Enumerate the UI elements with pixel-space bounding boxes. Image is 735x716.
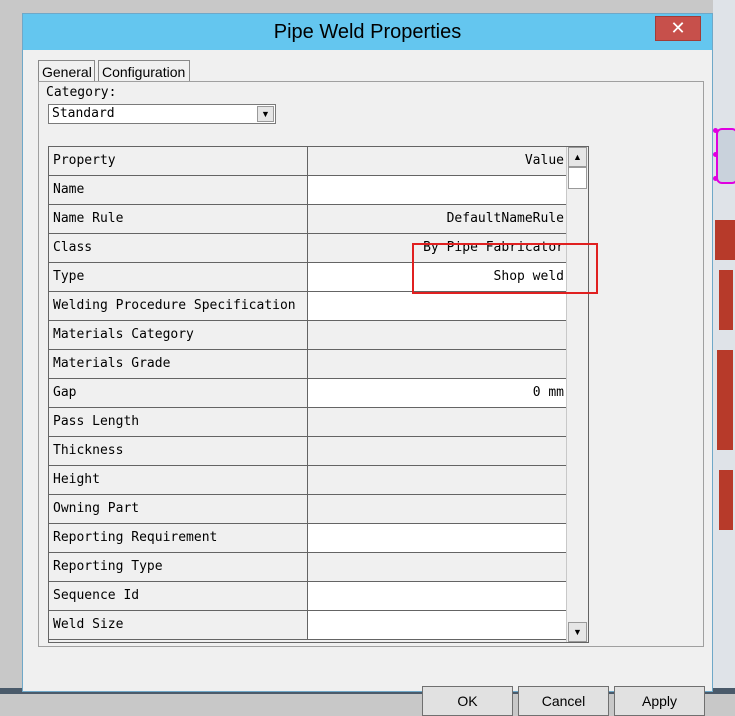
- selection-handle: [713, 128, 718, 133]
- property-value[interactable]: By Pipe Fabricator: [308, 234, 566, 263]
- ok-button[interactable]: OK: [422, 686, 513, 716]
- window-title: Pipe Weld Properties: [273, 21, 462, 43]
- table-row[interactable]: Materials Grade: [49, 350, 566, 379]
- property-name: Pass Length: [49, 408, 308, 437]
- property-name: Class: [49, 234, 308, 263]
- scroll-down-icon[interactable]: ▼: [568, 622, 587, 642]
- property-value[interactable]: [308, 408, 566, 437]
- grid-scrollbar[interactable]: ▲ ▼: [566, 147, 588, 642]
- property-value[interactable]: [308, 524, 566, 553]
- table-row[interactable]: Pass Length: [49, 408, 566, 437]
- property-name: Materials Grade: [49, 350, 308, 379]
- selection-handle: [713, 176, 718, 181]
- property-value[interactable]: [308, 176, 566, 205]
- scroll-thumb[interactable]: [568, 167, 587, 189]
- table-row[interactable]: Height: [49, 466, 566, 495]
- structure-beam: [717, 350, 733, 450]
- property-name: Type: [49, 263, 308, 292]
- property-value[interactable]: DefaultNameRule: [308, 205, 566, 234]
- property-value[interactable]: [308, 495, 566, 524]
- table-row[interactable]: Owning Part: [49, 495, 566, 524]
- tab-general[interactable]: General: [38, 60, 95, 82]
- dialog-client: General Configuration Category: Standard…: [26, 50, 709, 716]
- table-row[interactable]: Materials Category: [49, 321, 566, 350]
- table-row[interactable]: Name Rule DefaultNameRule: [49, 205, 566, 234]
- property-name: Welding Procedure Specification: [49, 292, 308, 321]
- property-value[interactable]: [308, 350, 566, 379]
- property-name: Height: [49, 466, 308, 495]
- property-name: Weld Size: [49, 611, 308, 640]
- value-column-header: Value: [308, 147, 566, 176]
- table-row[interactable]: Class By Pipe Fabricator: [49, 234, 566, 263]
- property-value[interactable]: 0 mm: [308, 379, 566, 408]
- property-grid: Property Value ▲ ▼ Name Name Rule DefaultN…: [48, 146, 589, 643]
- property-value[interactable]: [308, 582, 566, 611]
- category-dropdown[interactable]: Standard ▼: [48, 104, 276, 124]
- selection-handle: [713, 152, 718, 157]
- tab-configuration[interactable]: Configuration: [98, 60, 190, 82]
- pipe-model: [716, 128, 735, 184]
- property-name: Reporting Type: [49, 553, 308, 582]
- structure-beam: [719, 470, 733, 530]
- close-icon: ✕: [670, 18, 686, 38]
- general-tab-panel: Category: Standard ▼ Property Value ▲ ▼ …: [38, 81, 704, 647]
- apply-button[interactable]: Apply: [614, 686, 705, 716]
- category-value: Standard: [52, 106, 115, 121]
- structure-beam: [719, 270, 733, 330]
- property-value[interactable]: [308, 321, 566, 350]
- table-row[interactable]: Weld Size: [49, 611, 566, 640]
- close-button[interactable]: ✕: [655, 16, 701, 41]
- pipe-weld-properties-dialog: Pipe Weld Properties ✕ General Configura…: [22, 13, 713, 716]
- structure-beam: [715, 220, 735, 260]
- scroll-up-icon[interactable]: ▲: [568, 147, 587, 167]
- property-value[interactable]: Shop weld: [308, 263, 566, 292]
- table-row[interactable]: Type Shop weld: [49, 263, 566, 292]
- property-name: Owning Part: [49, 495, 308, 524]
- property-name: Reporting Requirement: [49, 524, 308, 553]
- property-name: Name Rule: [49, 205, 308, 234]
- property-name: Sequence Id: [49, 582, 308, 611]
- table-row[interactable]: Welding Procedure Specification: [49, 292, 566, 321]
- property-value[interactable]: [308, 292, 566, 321]
- table-row[interactable]: Thickness: [49, 437, 566, 466]
- grid-header-row: Property Value: [49, 147, 566, 176]
- table-row[interactable]: Gap 0 mm: [49, 379, 566, 408]
- category-label: Category:: [46, 85, 117, 100]
- table-row[interactable]: Sequence Id: [49, 582, 566, 611]
- property-value[interactable]: [308, 611, 566, 640]
- table-row[interactable]: Reporting Type: [49, 553, 566, 582]
- property-column-header: Property: [49, 147, 308, 176]
- background-3d-view: [713, 0, 735, 694]
- property-value[interactable]: [308, 437, 566, 466]
- cancel-button[interactable]: Cancel: [518, 686, 609, 716]
- property-name: Thickness: [49, 437, 308, 466]
- property-value[interactable]: [308, 466, 566, 495]
- title-bar[interactable]: Pipe Weld Properties ✕: [23, 14, 712, 50]
- chevron-down-icon[interactable]: ▼: [257, 106, 274, 122]
- table-row[interactable]: Name: [49, 176, 566, 205]
- property-value[interactable]: [308, 553, 566, 582]
- table-row[interactable]: Reporting Requirement: [49, 524, 566, 553]
- property-name: Gap: [49, 379, 308, 408]
- property-name: Name: [49, 176, 308, 205]
- property-name: Materials Category: [49, 321, 308, 350]
